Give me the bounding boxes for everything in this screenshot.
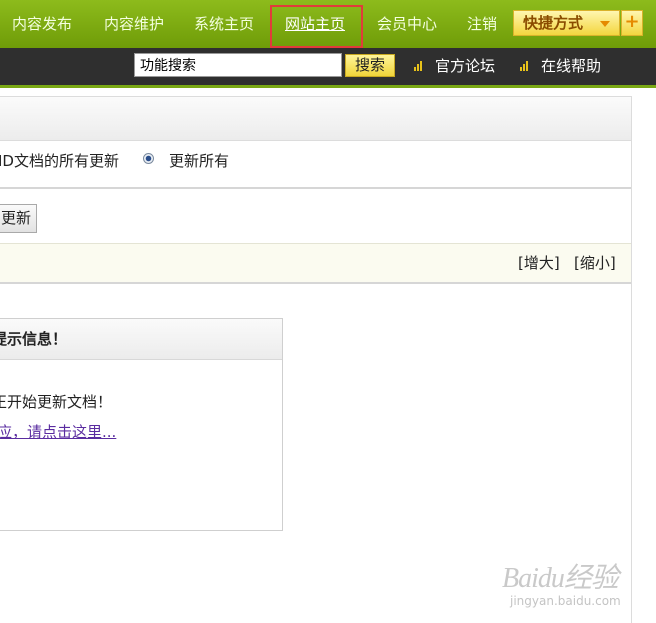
top-nav: 内容发布 内容维护 系统主页 网站主页 会员中心 注销 快捷方式 + bbox=[0, 0, 656, 48]
nav-item-content-maintain[interactable]: 内容维护 bbox=[104, 0, 164, 48]
search-input[interactable] bbox=[134, 53, 342, 77]
speaker-icon bbox=[414, 61, 424, 72]
enlarge-link[interactable]: [增大] bbox=[518, 243, 560, 283]
panel-header bbox=[0, 96, 631, 141]
nav-item-member-center[interactable]: 会员中心 bbox=[377, 0, 437, 48]
shrink-link[interactable]: [缩小] bbox=[574, 243, 616, 283]
highlight-annotation-box bbox=[270, 5, 363, 48]
official-forum-link[interactable]: 官方论坛 bbox=[435, 48, 495, 85]
update-options-row: ID文档的所有更新 更新所有 bbox=[0, 141, 631, 189]
message-title: 提示信息！ bbox=[0, 330, 68, 348]
redirect-link[interactable]: 应，请点击这里... bbox=[0, 420, 116, 444]
quick-add-button[interactable]: + bbox=[621, 10, 643, 36]
watermark-url: jingyan.baidu.com bbox=[510, 594, 621, 608]
nav-item-system-home[interactable]: 系统主页 bbox=[194, 0, 254, 48]
message-text: 正开始更新文档！ bbox=[0, 393, 113, 411]
message-box: 提示信息！ 正开始更新文档！ 应，请点击这里... bbox=[0, 318, 283, 531]
quick-menu-button[interactable]: 快捷方式 bbox=[513, 10, 620, 36]
option-id-updates-label: ID文档的所有更新 bbox=[0, 152, 119, 170]
chevron-down-icon bbox=[600, 21, 610, 27]
toolbar: 搜索 官方论坛 在线帮助 bbox=[0, 48, 656, 88]
search-button[interactable]: 搜索 bbox=[345, 54, 395, 77]
message-box-header: 提示信息！ bbox=[0, 319, 282, 360]
action-row bbox=[0, 191, 631, 243]
baidu-watermark: Baidu经验 jingyan.baidu.com bbox=[502, 556, 632, 612]
nav-item-logout[interactable]: 注销 bbox=[467, 0, 497, 48]
quick-menu-label: 快捷方式 bbox=[523, 14, 584, 32]
speaker-icon bbox=[520, 61, 530, 72]
panel-border bbox=[631, 96, 632, 623]
online-help-link[interactable]: 在线帮助 bbox=[541, 48, 601, 85]
nav-item-content-publish[interactable]: 内容发布 bbox=[12, 0, 72, 48]
watermark-logo-text: Baidu经验 bbox=[502, 563, 619, 594]
update-button[interactable]: 更新 bbox=[0, 204, 37, 233]
update-all-radio[interactable] bbox=[143, 153, 154, 164]
option-update-all-label[interactable]: 更新所有 bbox=[169, 141, 229, 181]
